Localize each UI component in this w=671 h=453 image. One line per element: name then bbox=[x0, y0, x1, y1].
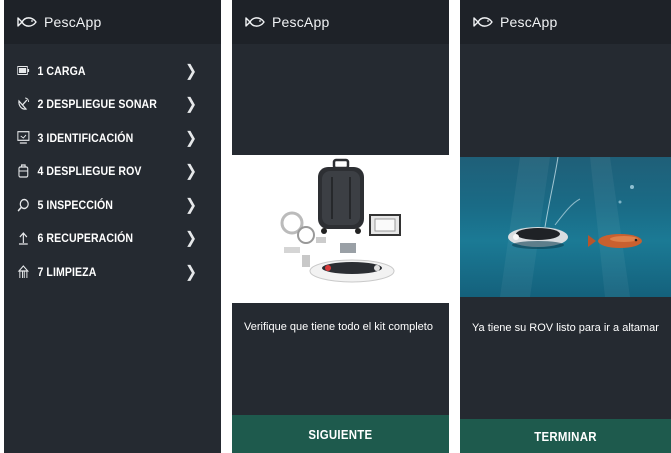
menu-item-label: 7 LIMPIEZA bbox=[37, 264, 97, 279]
menu-item-limpieza[interactable]: 7 LIMPIEZA ❯ bbox=[4, 255, 221, 289]
battery-icon bbox=[16, 64, 30, 78]
menu-item-despliegue-sonar[interactable]: 2 DESPLIEGUE SONAR ❯ bbox=[4, 88, 221, 122]
case-icon bbox=[16, 164, 30, 178]
step-caption: Verifique que tiene todo el kit completo bbox=[244, 321, 433, 333]
chevron-right-icon: ❯ bbox=[185, 62, 198, 80]
search-icon bbox=[16, 198, 30, 212]
next-button[interactable]: SIGUIENTE bbox=[232, 415, 449, 453]
app-bar: PescApp bbox=[4, 0, 221, 44]
menu-screen: PescApp 1 CARGA ❯ 2 DESPLIEGUE SONAR ❯ 3… bbox=[4, 0, 221, 453]
menu-item-label: 5 INSPECCIÓN bbox=[37, 197, 114, 212]
menu-item-label: 1 CARGA bbox=[37, 63, 86, 78]
app-title: PescApp bbox=[272, 14, 330, 30]
fish-icon bbox=[17, 17, 37, 27]
cleaning-icon bbox=[16, 264, 30, 279]
steps-menu: 1 CARGA ❯ 2 DESPLIEGUE SONAR ❯ 3 IDENTIF… bbox=[4, 54, 221, 289]
monitor-icon bbox=[16, 131, 30, 145]
app-title: PescApp bbox=[500, 14, 558, 30]
app-bar: PescApp bbox=[232, 0, 449, 44]
chevron-right-icon: ❯ bbox=[185, 129, 198, 147]
menu-item-despliegue-rov[interactable]: 4 DESPLIEGUE ROV ❯ bbox=[4, 155, 221, 189]
app-title: PescApp bbox=[44, 14, 102, 30]
chevron-right-icon: ❯ bbox=[185, 163, 198, 181]
ready-step-screen: PescApp Ya tiene su ROV listo para ir a … bbox=[460, 0, 671, 453]
menu-item-label: 3 IDENTIFICACIÓN bbox=[37, 130, 134, 145]
app-bar: PescApp bbox=[460, 0, 671, 44]
fish-icon bbox=[245, 17, 265, 27]
menu-item-label: 6 RECUPERACIÓN bbox=[37, 231, 134, 246]
kit-photo bbox=[232, 155, 449, 303]
menu-item-label: 4 DESPLIEGUE ROV bbox=[37, 164, 142, 179]
underwater-rov-photo bbox=[460, 156, 671, 297]
next-button-label: SIGUIENTE bbox=[308, 426, 373, 442]
kit-step-screen: PescApp Verifique que tiene todo el kit … bbox=[232, 0, 449, 453]
satellite-dish-icon bbox=[16, 97, 30, 111]
chevron-right-icon: ❯ bbox=[185, 230, 198, 248]
arrow-up-icon bbox=[16, 231, 30, 245]
step-caption: Ya tiene su ROV listo para ir a altamar bbox=[472, 322, 659, 334]
menu-item-identificacion[interactable]: 3 IDENTIFICACIÓN ❯ bbox=[4, 121, 221, 155]
chevron-right-icon: ❯ bbox=[185, 263, 198, 281]
chevron-right-icon: ❯ bbox=[185, 196, 198, 214]
finish-button-label: TERMINAR bbox=[534, 428, 597, 444]
chevron-right-icon: ❯ bbox=[185, 96, 198, 114]
finish-button[interactable]: TERMINAR bbox=[460, 419, 671, 453]
menu-item-label: 2 DESPLIEGUE SONAR bbox=[37, 97, 157, 112]
fish-icon bbox=[473, 17, 493, 27]
menu-item-carga[interactable]: 1 CARGA ❯ bbox=[4, 54, 221, 88]
menu-item-recuperacion[interactable]: 6 RECUPERACIÓN ❯ bbox=[4, 222, 221, 256]
menu-item-inspeccion[interactable]: 5 INSPECCIÓN ❯ bbox=[4, 188, 221, 222]
